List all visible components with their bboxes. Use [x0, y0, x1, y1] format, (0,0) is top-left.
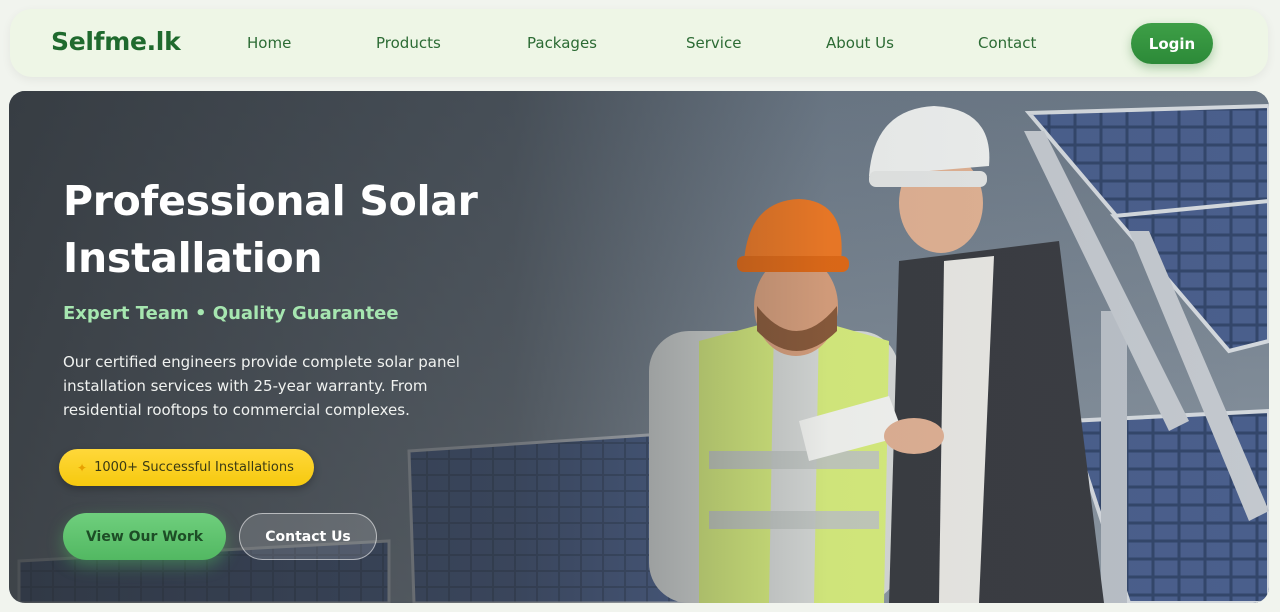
nav-link-service[interactable]: Service: [686, 34, 741, 52]
nav-link-products[interactable]: Products: [376, 34, 441, 52]
hero-title-line-2: Installation: [63, 234, 323, 282]
hero-title-line-1: Professional Solar: [63, 177, 478, 225]
badge-text: 1000+ Successful Installations: [94, 460, 294, 475]
top-navbar: Selfme.lk Home Products Packages Service…: [10, 9, 1268, 77]
hero-subtitle: Expert Team • Quality Guarantee: [63, 303, 399, 324]
nav-link-home[interactable]: Home: [247, 34, 291, 52]
hero-description: Our certified engineers provide complete…: [63, 353, 460, 419]
nav-link-packages[interactable]: Packages: [527, 34, 597, 52]
nav-link-contact[interactable]: Contact: [978, 34, 1036, 52]
sparkle-icon: ✦: [77, 460, 88, 475]
hero-title: Professional Solar Installation: [63, 173, 543, 287]
nav-link-about-us[interactable]: About Us: [826, 34, 894, 52]
installations-badge: ✦ 1000+ Successful Installations: [59, 449, 314, 486]
site-logo[interactable]: Selfme.lk: [51, 27, 181, 56]
hero-banner: Professional Solar Installation Expert T…: [9, 91, 1269, 603]
login-button[interactable]: Login: [1131, 23, 1213, 64]
contact-us-button[interactable]: Contact Us: [239, 513, 377, 560]
view-our-work-button[interactable]: View Our Work: [63, 513, 226, 560]
